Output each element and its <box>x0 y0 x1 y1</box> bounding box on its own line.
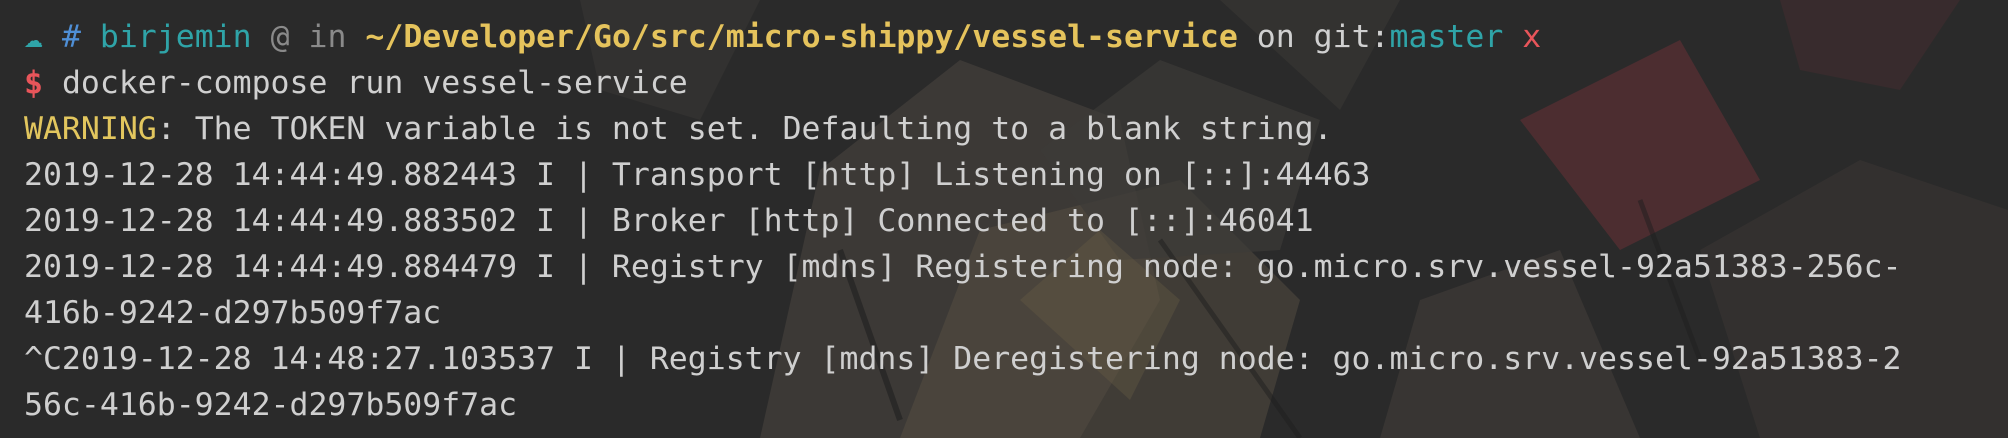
prompt-at: @ <box>270 19 290 55</box>
prompt-git-label: git: <box>1313 19 1390 55</box>
prompt-dirty-marker: x <box>1522 19 1542 55</box>
command-line: $ docker-compose run vessel-service <box>24 60 1984 106</box>
prompt-hash: # <box>61 19 81 55</box>
prompt-line: ☁ # birjemin @ in ~/Developer/Go/src/mic… <box>24 14 1984 60</box>
terminal-window[interactable]: ☁ # birjemin @ in ~/Developer/Go/src/mic… <box>0 0 1984 428</box>
warning-text: : The TOKEN variable is not set. Default… <box>156 111 1333 147</box>
output-line: 56c-416b-9242-d297b509f7ac <box>24 387 518 423</box>
output-line: 416b-9242-d297b509f7ac <box>24 295 442 331</box>
output-line: ^C2019-12-28 14:48:27.103537 I | Registr… <box>24 341 1902 377</box>
prompt-in: in <box>308 19 347 55</box>
output-line: 2019-12-28 14:44:49.884479 I | Registry … <box>24 249 1902 285</box>
cloud-icon: ☁ <box>24 19 43 55</box>
prompt-user: birjemin <box>99 19 252 55</box>
prompt-on: on <box>1256 19 1295 55</box>
output-line: 2019-12-28 14:44:49.882443 I | Transport… <box>24 157 1371 193</box>
prompt-branch: master <box>1389 19 1504 55</box>
output-line: 2019-12-28 14:44:49.883502 I | Broker [h… <box>24 203 1314 239</box>
warning-line: WARNING: The TOKEN variable is not set. … <box>24 106 1984 152</box>
prompt-path: ~/Developer/Go/src/micro-shippy/vessel-s… <box>365 19 1238 55</box>
command-prompt-symbol: $ <box>24 65 43 101</box>
command-text: docker-compose run vessel-service <box>61 65 688 101</box>
warning-label: WARNING <box>24 111 157 147</box>
